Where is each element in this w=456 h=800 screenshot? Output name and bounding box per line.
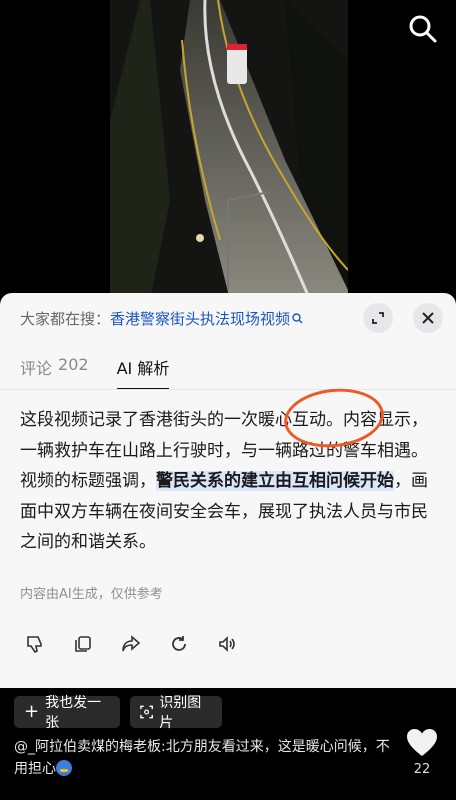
copy-icon [75, 636, 91, 652]
share-icon [122, 635, 141, 652]
feedback-actions [24, 633, 238, 655]
expand-icon [372, 312, 384, 324]
sheet-tabs: 评论 202 AI 解析 [20, 355, 170, 390]
read-aloud-button[interactable] [216, 633, 238, 655]
close-icon [422, 312, 434, 324]
regenerate-button[interactable] [168, 633, 190, 655]
copy-button[interactable] [72, 633, 94, 655]
sheet-header: 大家都在搜： 香港警察街头执法现场视频 [0, 293, 456, 343]
video-frame[interactable] [110, 0, 348, 300]
tab-comments[interactable]: 评论 202 [20, 355, 89, 390]
analysis-highlight: 警民关系的建立由互相问候开始 [156, 471, 394, 491]
search-prefix: 大家都在搜： [20, 310, 111, 328]
emoji-icon [56, 760, 72, 776]
expand-button[interactable] [363, 303, 393, 333]
comment-username[interactable]: @_阿拉伯卖煤的梅老板 [14, 739, 161, 755]
close-button[interactable] [413, 303, 443, 333]
search-suggestion[interactable]: 大家都在搜： 香港警察街头执法现场视频 [20, 308, 303, 329]
refresh-icon [172, 636, 186, 651]
ai-analysis-sheet: 大家都在搜： 香港警察街头执法现场视频 评论 202 AI 解析 这段视频记录了… [0, 293, 456, 688]
tab-comments-label: 评论 [20, 359, 53, 378]
thumbs-down-icon [27, 636, 42, 654]
tab-ai-label: AI 解析 [116, 359, 170, 378]
heart-icon[interactable] [406, 728, 438, 758]
ai-disclaimer: 内容由AI生成，仅供参考 [20, 587, 163, 602]
recognize-image-button[interactable]: 识别图片 [130, 695, 222, 731]
search-icon [292, 313, 303, 324]
share-button[interactable] [120, 633, 142, 655]
dislike-button[interactable] [24, 633, 46, 655]
plus-icon: + [24, 701, 40, 722]
tab-comments-count: 202 [58, 355, 89, 374]
post-similar-label: 我也发一张 [45, 695, 102, 731]
night-road-scene [110, 0, 348, 300]
ai-analysis-text: 这段视频记录了香港街头的一次暖心互动。内容显示，一辆救护车在山路上行驶时，与一辆… [20, 405, 440, 558]
search-query-link[interactable]: 香港警察街头执法现场视频 [110, 308, 290, 329]
divider [0, 389, 456, 390]
search-icon[interactable] [408, 14, 438, 44]
recognize-image-label: 识别图片 [159, 695, 202, 731]
like-count: 22 [413, 762, 431, 777]
post-similar-button[interactable]: + 我也发一张 [14, 695, 120, 731]
speaker-icon [219, 636, 235, 652]
top-comment[interactable]: @_阿拉伯卖煤的梅老板:北方朋友看过来，这是暖心问候，不用担心 [14, 736, 394, 780]
scan-icon [140, 705, 153, 719]
tab-ai-analysis[interactable]: AI 解析 [116, 355, 170, 390]
